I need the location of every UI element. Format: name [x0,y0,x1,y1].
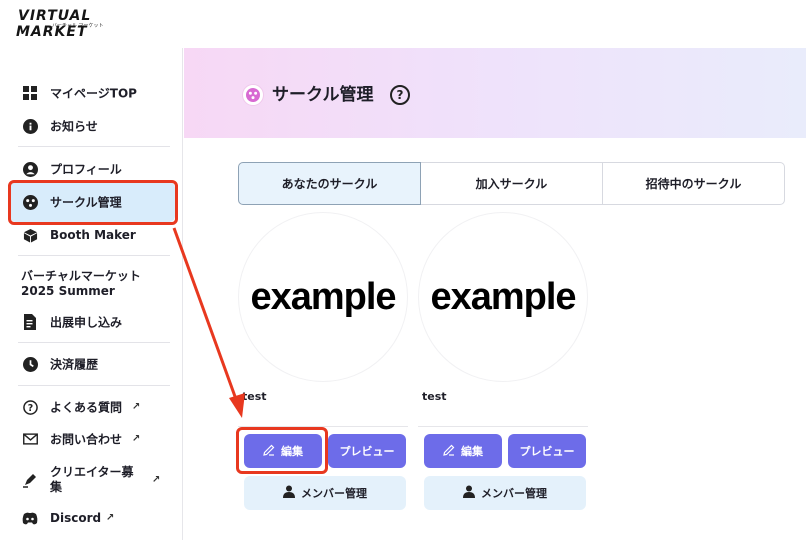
sidebar-item-faq[interactable]: ? よくある質問 ↗ [0,392,183,422]
page-title: サークル管理 [272,85,374,105]
sidebar-item-discord[interactable]: Discord ↗ [0,503,183,533]
preview-button[interactable]: プレビュー [328,434,406,468]
circle-tabs: あなたのサークル 加入サークル 招待中のサークル [238,162,785,205]
info-icon [22,118,38,134]
member-management-button[interactable]: メンバー管理 [424,476,586,510]
svg-text:?: ? [27,402,32,413]
member-label: メンバー管理 [481,487,547,500]
annotation-highlight-edit [236,427,328,474]
sidebar-divider [18,385,170,386]
circle-name: test [422,390,447,403]
sidebar-item-creator-recruit[interactable]: クリエイター募集 ↗ [0,461,183,499]
document-edit-icon [22,314,38,330]
circle-group-icon [242,84,264,106]
card-divider [418,426,588,427]
sidebar-item-news[interactable]: お知らせ [0,111,183,141]
external-link-icon: ↗ [132,401,141,413]
event-section-title: バーチャルマーケット 2025 Summer [21,269,141,298]
member-label: メンバー管理 [301,487,367,500]
sidebar-item-label: Booth Maker [50,228,136,242]
edit-label: 編集 [461,445,483,458]
tab-joined-circles[interactable]: 加入サークル [421,162,603,205]
sidebar-divider [18,342,170,343]
pencil-icon [443,444,455,459]
circle-card: example test 編集 プレビュー メンバー管理 [418,212,588,512]
tab-your-circles[interactable]: あなたのサークル [238,162,421,205]
sidebar-divider [18,255,170,256]
user-circle-icon [22,161,38,177]
sidebar-divider [18,146,170,147]
sidebar-item-label: よくある質問 [50,400,123,415]
sidebar-item-payment-history[interactable]: 決済履歴 [0,349,183,379]
circle-thumbnail[interactable]: example [238,212,408,382]
preview-button[interactable]: プレビュー [508,434,586,468]
external-link-icon: ↗ [152,474,161,486]
grid-icon [22,85,38,101]
circle-name: test [242,390,267,403]
sidebar-item-label: プロフィール [50,162,122,177]
circle-thumbnail[interactable]: example [418,212,588,382]
thumbnail-text: example [250,275,396,318]
help-icon[interactable]: ? [390,85,410,105]
mail-icon [22,431,38,447]
cube-icon [22,227,38,243]
top-bar: VIRTUAL バーチャル マーケット MARKET [0,0,806,48]
sidebar-item-label: 出展申し込み [50,315,123,330]
sidebar-item-label: お問い合わせ [50,432,123,447]
pen-icon [22,472,38,488]
sidebar-item-label: お知らせ [50,119,98,134]
sidebar-item-label: マイページTOP [50,86,137,101]
clock-icon [22,356,38,372]
member-management-button[interactable]: メンバー管理 [244,476,406,510]
sidebar-item-exhibit-apply[interactable]: 出展申し込み [0,307,183,337]
annotation-highlight-sidebar [8,180,178,225]
sidebar-item-mypage-top[interactable]: マイページTOP [0,78,183,108]
thumbnail-text: example [430,275,576,318]
logo-line-2: MARKET [16,24,88,40]
sidebar-item-label: クリエイター募集 [50,465,134,494]
user-icon [283,485,295,501]
sidebar-item-label: Discord [50,511,102,525]
edit-button[interactable]: 編集 [424,434,502,468]
discord-icon [22,510,38,526]
sidebar-item-label: 決済履歴 [50,357,99,372]
question-icon: ? [22,399,38,415]
virtual-market-logo[interactable]: VIRTUAL バーチャル マーケット MARKET [16,8,106,42]
tab-invited-circles[interactable]: 招待中のサークル [603,162,785,205]
external-link-icon: ↗ [132,433,141,445]
user-icon [463,485,475,501]
external-link-icon: ↗ [106,512,115,524]
sidebar-item-contact[interactable]: お問い合わせ ↗ [0,424,183,454]
